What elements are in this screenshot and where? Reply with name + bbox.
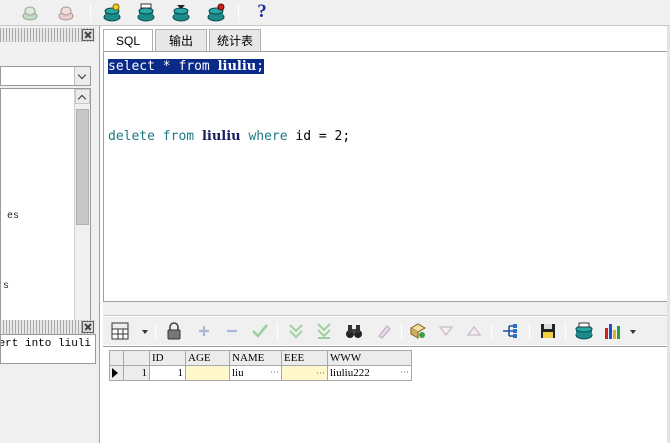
cell-www[interactable]: liuliu222 ··· xyxy=(327,365,412,381)
indicator-header xyxy=(109,350,124,366)
cell-id[interactable]: 1 xyxy=(149,365,186,381)
chevron-down-icon[interactable] xyxy=(142,330,148,334)
grid-header-row: ID AGE NAME EEE WWW xyxy=(109,350,412,366)
grid-toolbar xyxy=(103,317,670,345)
keyword: from xyxy=(162,129,195,144)
scroll-up-button[interactable] xyxy=(75,89,90,104)
toolbar-separator xyxy=(90,4,91,22)
object-browser-panel: es s ert into liuli xyxy=(0,26,100,443)
selected-text: select * from liuliu; xyxy=(108,59,265,74)
chevron-up-icon xyxy=(77,94,87,104)
binoculars-icon[interactable] xyxy=(345,322,363,340)
row-number: 1 xyxy=(123,365,150,381)
tab-statistics[interactable]: 统计表 xyxy=(209,29,261,51)
keyword: from xyxy=(178,59,210,74)
query-by-example-icon[interactable] xyxy=(409,322,427,340)
row-indicator xyxy=(109,365,124,381)
tree-node[interactable]: s xyxy=(3,281,9,292)
export-tree-icon[interactable] xyxy=(501,322,519,340)
save-icon[interactable] xyxy=(539,322,557,340)
operator: * xyxy=(154,59,179,74)
db-disconnect-icon[interactable] xyxy=(56,3,76,23)
tab-output[interactable]: 输出 xyxy=(155,29,207,51)
table-name: liuliu xyxy=(201,129,241,144)
table-row[interactable]: 1 1 liu ··· ··· liuliu222 ··· xyxy=(109,365,412,381)
keyword: delete xyxy=(108,129,155,144)
cell-age[interactable] xyxy=(185,365,230,381)
db-connect-icon[interactable] xyxy=(20,3,40,23)
chart-icon[interactable] xyxy=(603,322,621,340)
editor-tabs: SQL 输出 统计表 xyxy=(103,29,670,52)
chevron-down-icon xyxy=(77,70,87,80)
object-tree[interactable]: es s xyxy=(0,88,91,338)
column-header-eee[interactable]: EEE xyxy=(281,350,328,366)
rollback-icon[interactable] xyxy=(136,3,156,23)
post-changes-icon[interactable] xyxy=(251,322,269,340)
cell-edit-ellipsis[interactable]: ··· xyxy=(316,368,325,378)
tree-scrollbar[interactable] xyxy=(74,89,90,337)
column-header-name[interactable]: NAME xyxy=(229,350,282,366)
close-icon[interactable] xyxy=(82,321,94,333)
condition: id = 2; xyxy=(287,129,351,144)
grid-view-icon[interactable] xyxy=(111,322,129,340)
column-header-www[interactable]: WWW xyxy=(327,350,412,366)
result-grid[interactable]: ID AGE NAME EEE WWW 1 1 liu ··· ··· liuli… xyxy=(109,350,412,381)
current-row-icon xyxy=(112,368,118,379)
lock-icon[interactable] xyxy=(165,322,183,340)
keyword: select xyxy=(108,59,155,74)
result-grid-area: ID AGE NAME EEE WWW 1 1 liu ··· ··· liuli… xyxy=(103,346,670,443)
toolbar-separator xyxy=(155,323,156,340)
prev-page-icon[interactable] xyxy=(465,322,483,340)
history-item[interactable]: ert into liuli xyxy=(1,338,91,350)
add-row-icon[interactable] xyxy=(195,322,213,340)
toolbar-separator xyxy=(401,323,402,340)
toolbar-separator xyxy=(491,323,492,340)
cell-edit-ellipsis[interactable]: ··· xyxy=(400,367,409,377)
help-icon[interactable]: ? xyxy=(254,1,270,23)
sql-history-list[interactable]: ert into liuli xyxy=(0,334,96,364)
cell-edit-ellipsis[interactable]: ··· xyxy=(270,367,279,377)
cell-www-value: liuliu222 xyxy=(330,367,370,379)
fetch-last-icon[interactable] xyxy=(315,322,333,340)
next-page-icon[interactable] xyxy=(437,322,455,340)
delete-row-icon[interactable] xyxy=(223,322,241,340)
cell-eee[interactable]: ··· xyxy=(281,365,328,381)
toolbar-separator xyxy=(565,323,566,340)
tab-sql[interactable]: SQL xyxy=(103,29,153,52)
column-header-age[interactable]: AGE xyxy=(185,350,230,366)
toolbar-separator xyxy=(529,323,530,340)
chevron-down-icon[interactable] xyxy=(630,330,636,334)
object-type-select[interactable] xyxy=(0,66,91,86)
table-name: liuliu xyxy=(217,59,257,74)
scrollbar-thumb[interactable] xyxy=(76,109,89,225)
column-header-id[interactable]: ID xyxy=(149,350,186,366)
close-icon[interactable] xyxy=(82,29,94,41)
toolbar-separator xyxy=(277,323,278,340)
terminator: ; xyxy=(256,59,265,74)
print-icon[interactable] xyxy=(575,322,593,340)
clear-icon[interactable] xyxy=(375,322,393,340)
commit-icon[interactable] xyxy=(102,3,122,23)
sql-editor[interactable]: select * from liuliu; delete from liuliu… xyxy=(103,51,670,302)
tree-node[interactable]: es xyxy=(7,211,19,222)
cell-name[interactable]: liu ··· xyxy=(229,365,282,381)
rownum-header xyxy=(123,350,150,366)
keyword: where xyxy=(248,129,288,144)
plan-icon[interactable] xyxy=(171,3,191,23)
code-line[interactable]: delete from liuliu where id = 2; xyxy=(108,128,350,146)
combo-dropdown-button[interactable] xyxy=(74,67,90,85)
cell-name-value: liu xyxy=(232,367,244,379)
restore-icon[interactable] xyxy=(206,3,226,23)
main-toolbar: ? xyxy=(0,0,670,26)
editor-splitter[interactable] xyxy=(103,302,670,316)
fetch-next-icon[interactable] xyxy=(287,322,305,340)
toolbar-separator xyxy=(238,4,239,22)
code-line[interactable]: select * from liuliu; xyxy=(108,58,265,76)
